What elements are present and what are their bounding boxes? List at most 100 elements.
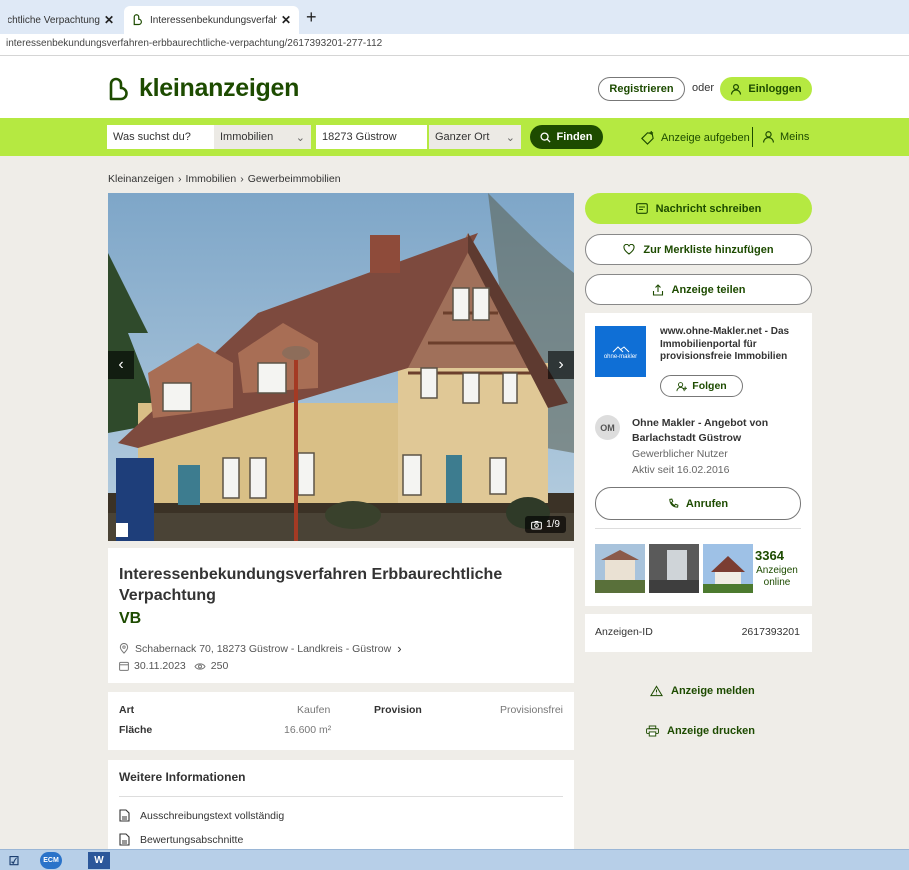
detail-key: Fläche [119, 724, 153, 736]
calendar-icon [119, 661, 129, 671]
chevron-right-icon: › [558, 356, 564, 373]
seller-ad-thumbnail[interactable] [703, 544, 753, 593]
seller-portal-link[interactable]: www.ohne-Makler.net - Das Immobilienport… [660, 326, 808, 364]
heart-icon [623, 244, 635, 255]
or-label: oder [692, 82, 715, 94]
register-button[interactable]: Registrieren [598, 77, 685, 101]
chevron-left-icon: ‹ [118, 356, 124, 373]
meins-button[interactable]: Meins [762, 130, 809, 143]
detail-value: 16.600 m² [284, 724, 332, 736]
avatar: OM [595, 415, 620, 440]
breadcrumb-item[interactable]: Immobilien [185, 173, 236, 185]
site-header: kleinanzeigen Registrieren oder Einlogge… [0, 56, 909, 118]
location-input[interactable]: 18273 Güstrow [316, 125, 427, 149]
printer-icon [646, 725, 659, 737]
seller-ad-count-label: Anzeigen online [756, 565, 798, 588]
call-button[interactable]: Anrufen [595, 487, 801, 520]
find-button[interactable]: Finden [530, 125, 603, 149]
word-app-icon[interactable]: W [88, 852, 110, 869]
follow-user-icon [676, 381, 688, 391]
breadcrumb-item[interactable]: Gewerbeimmobilien [248, 173, 341, 185]
image-gallery[interactable]: ‹ › 1/9 [108, 193, 574, 541]
follow-button[interactable]: Folgen [660, 375, 743, 397]
view-count: 250 [210, 660, 229, 672]
watchlist-button[interactable]: Zur Merkliste hinzufügen [585, 234, 812, 265]
document-link[interactable]: Bewertungsabschnitte [119, 833, 243, 846]
share-icon [652, 283, 663, 296]
location-text: Schabernack 70, 18273 Güstrow - Landkrei… [135, 642, 392, 655]
document-link[interactable]: Ausschreibungstext vollständig [119, 809, 284, 822]
tab-title: Interessenbekundungsverfahren Erbbaurech… [8, 14, 100, 26]
detail-key: Art [119, 704, 135, 716]
post-ad-button[interactable]: Anzeige aufgeben [640, 130, 750, 145]
browser-tab-bar: Interessenbekundungsverfahren Erbbaurech… [0, 0, 909, 34]
user-icon [763, 131, 774, 143]
login-button[interactable]: Einloggen [720, 77, 812, 101]
thumbnail-image [649, 544, 699, 593]
camera-icon [531, 520, 542, 529]
seller-type: Gewerblicher Nutzer [632, 448, 728, 460]
find-label: Finden [556, 131, 593, 143]
breadcrumb-separator: › [177, 173, 182, 185]
document-label: Bewertungsabschnitte [140, 833, 244, 846]
kleinanzeigen-logo-icon [109, 77, 128, 100]
breadcrumb: Kleinanzeigen › Immobilien › Gewerbeimmobi… [108, 173, 341, 185]
category-select[interactable]: Immobilien ⌄ [214, 125, 311, 149]
price-label: VB [119, 610, 142, 627]
breadcrumb-separator: › [240, 173, 244, 185]
phone-icon [669, 498, 679, 508]
listing-photo [108, 193, 574, 541]
photo-counter: 1/9 [525, 516, 566, 533]
radius-select[interactable]: Ganzer Ort ⌄ [429, 125, 521, 149]
ad-id-value: 2617393201 [741, 626, 800, 638]
watchlist-label: Zur Merkliste hinzufügen [643, 243, 774, 256]
seller-logo-text: ohne-makler [603, 353, 638, 360]
seller-ad-thumbnail[interactable] [649, 544, 699, 593]
page-title: Interessenbekundungsverfahren Erbbaurech… [119, 566, 503, 604]
document-icon [119, 809, 130, 822]
seller-card: ohne-makler www.ohne-Makler.net - Das Im… [585, 313, 812, 606]
gallery-prev-button[interactable]: ‹ [108, 351, 134, 379]
checkbox-app-icon[interactable]: ☑ [6, 852, 22, 869]
ad-id-card: Anzeigen-ID 2617393201 [585, 614, 812, 652]
ad-title-card: Interessenbekundungsverfahren Erbbaurech… [108, 548, 574, 683]
message-icon [635, 203, 648, 214]
seller-logo[interactable]: ohne-makler [595, 326, 646, 377]
share-label: Anzeige teilen [671, 283, 746, 296]
print-label: Anzeige drucken [667, 725, 756, 737]
ecm-app-icon[interactable]: ECM [40, 852, 62, 869]
follow-label: Folgen [692, 380, 727, 392]
detail-key: Provision [374, 704, 422, 716]
chevron-right-icon: › [397, 641, 402, 656]
search-icon [540, 131, 552, 143]
close-tab-icon[interactable]: ✕ [281, 13, 291, 27]
location-pin-icon [119, 643, 129, 654]
tab-title: Interessenbekundungsverfahren Erbbaurech… [150, 14, 277, 26]
browser-tab-active[interactable]: Interessenbekundungsverfahren Erbbaurech… [124, 6, 299, 34]
browser-tab-inactive[interactable]: Interessenbekundungsverfahren Erbbaurech… [0, 6, 122, 34]
site-logo[interactable]: kleinanzeigen [107, 74, 299, 103]
close-tab-icon[interactable]: ✕ [104, 13, 114, 27]
report-label: Anzeige melden [671, 685, 755, 697]
user-icon [731, 83, 742, 95]
report-ad-button[interactable]: Anzeige melden [650, 685, 755, 697]
ad-id-label: Anzeigen-ID [595, 626, 653, 638]
new-tab-icon[interactable]: + [306, 7, 317, 28]
seller-ad-thumbnail[interactable] [595, 544, 645, 593]
gallery-next-button[interactable]: › [548, 351, 574, 379]
thumbnail-image [703, 544, 753, 593]
message-button[interactable]: Nachricht schreiben [585, 193, 812, 224]
search-bar: Was suchst du? Immobilien ⌄ 18273 Güstro… [0, 118, 909, 156]
divider [752, 127, 753, 147]
breadcrumb-item[interactable]: Kleinanzeigen [108, 173, 174, 185]
address-bar[interactable]: interessenbekundungsverfahren-erbbaurech… [0, 34, 909, 56]
chevron-down-icon: ⌄ [505, 131, 515, 144]
ad-location[interactable]: Schabernack 70, 18273 Güstrow - Landkrei… [119, 641, 402, 656]
share-button[interactable]: Anzeige teilen [585, 274, 812, 305]
print-ad-button[interactable]: Anzeige drucken [646, 725, 755, 737]
radius-value: Ganzer Ort [435, 131, 490, 143]
seller-name[interactable]: Ohne Makler - Angebot von Barlachstadt G… [632, 416, 802, 446]
search-input[interactable]: Was suchst du? [107, 125, 214, 149]
ad-meta: 30.11.2023 250 [119, 660, 228, 672]
ad-details-card: Art Kaufen Provision Provisionsfrei Fläc… [108, 692, 574, 750]
